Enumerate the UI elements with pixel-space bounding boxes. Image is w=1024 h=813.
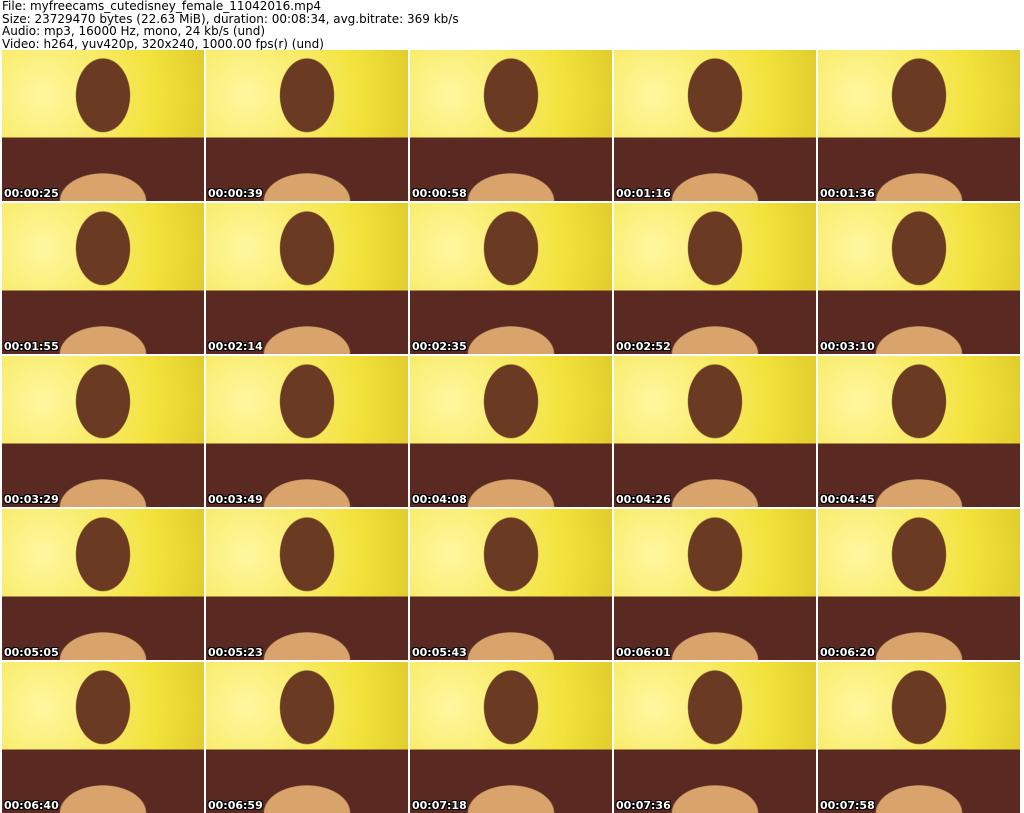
video-thumbnail: 00:04:08 [410,356,612,507]
video-thumbnail: 00:02:52 [614,203,816,354]
video-thumbnail: 00:06:40 [2,662,204,813]
file-name: File: myfreecams_cutedisney_female_11042… [2,0,322,13]
thumbnail-timestamp: 00:05:23 [208,646,263,659]
thumbnail-timestamp: 00:01:55 [4,340,59,353]
thumbnail-timestamp: 00:06:01 [616,646,671,659]
thumbnail-timestamp: 00:05:43 [412,646,467,659]
video-thumbnail: 00:07:36 [614,662,816,813]
video-thumbnail: 00:03:49 [206,356,408,507]
audio-info: Audio: mp3, 16000 Hz, mono, 24 kb/s (und… [2,24,266,38]
thumbnail-timestamp: 00:01:16 [616,187,671,200]
thumbnail-timestamp: 00:04:45 [820,493,875,506]
video-thumbnail: 00:04:45 [818,356,1020,507]
video-thumbnail: 00:00:58 [410,50,612,201]
video-thumbnail: 00:05:43 [410,509,612,660]
thumbnail-timestamp: 00:04:08 [412,493,467,506]
video-info: Video: h264, yuv420p, 320x240, 1000.00 f… [2,36,324,51]
video-thumbnail: 00:00:39 [206,50,408,201]
video-thumbnail: 00:00:25 [2,50,204,201]
video-thumbnail: 00:01:16 [614,50,816,201]
thumbnail-timestamp: 00:05:05 [4,646,59,659]
thumbnail-timestamp: 00:02:14 [208,340,263,353]
video-thumbnail: 00:04:26 [614,356,816,507]
thumbnail-timestamp: 00:07:58 [820,799,875,812]
thumbnail-timestamp: 00:00:58 [412,187,467,200]
thumbnail-timestamp: 00:03:49 [208,493,263,506]
thumbnail-timestamp: 00:06:40 [4,799,59,812]
video-thumbnail: 00:03:29 [2,356,204,507]
thumbnail-timestamp: 00:00:39 [208,187,263,200]
thumbnail-timestamp: 00:02:52 [616,340,671,353]
video-thumbnail: 00:06:20 [818,509,1020,660]
video-thumbnail: 00:06:01 [614,509,816,660]
thumbnail-timestamp: 00:04:26 [616,493,671,506]
thumbnail-timestamp: 00:07:36 [616,799,671,812]
video-thumbnail: 00:07:18 [410,662,612,813]
video-thumbnail: 00:02:14 [206,203,408,354]
thumbnail-timestamp: 00:00:25 [4,187,59,200]
file-info-header: File: myfreecams_cutedisney_female_11042… [2,0,459,50]
thumbnail-timestamp: 00:03:29 [4,493,59,506]
thumbnail-timestamp: 00:06:59 [208,799,263,812]
video-thumbnail: 00:06:59 [206,662,408,813]
thumbnail-timestamp: 00:03:10 [820,340,875,353]
video-thumbnail: 00:03:10 [818,203,1020,354]
thumbnail-timestamp: 00:02:35 [412,340,467,353]
thumbnail-timestamp: 00:07:18 [412,799,467,812]
thumbnail-timestamp: 00:01:36 [820,187,875,200]
video-thumbnail: 00:05:23 [206,509,408,660]
thumbnail-timestamp: 00:06:20 [820,646,875,659]
thumbnail-grid: 00:00:25 00:00:39 00:00:58 00:01:16 00:01:36… [2,50,1020,813]
video-thumbnail: 00:01:36 [818,50,1020,201]
video-thumbnail: 00:05:05 [2,509,204,660]
video-thumbnail: 00:01:55 [2,203,204,354]
video-thumbnail: 00:02:35 [410,203,612,354]
video-thumbnail: 00:07:58 [818,662,1020,813]
